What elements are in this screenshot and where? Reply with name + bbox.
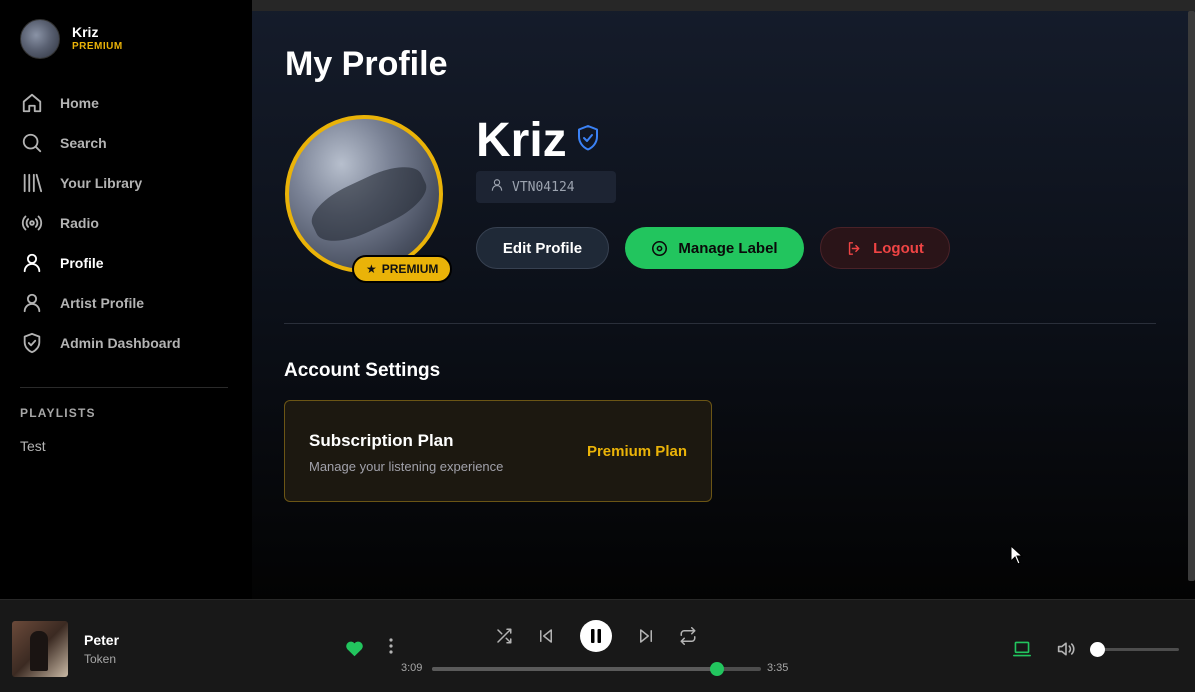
sidebar-item-radio[interactable]: Radio [20,203,230,243]
sidebar-nav: Home Search Your Library Radio Profile A… [20,83,230,363]
section-divider [284,323,1156,324]
avatar-image-detail [304,155,434,253]
user-icon [20,291,44,315]
logout-icon [848,241,860,255]
sidebar: Kriz PREMIUM Home Search Your Library Ra… [0,0,252,599]
logout-button[interactable]: Logout [820,227,950,269]
sidebar-item-admin-dashboard[interactable]: Admin Dashboard [20,323,230,363]
subscription-plan-value: Premium Plan [586,443,687,460]
volume-icon[interactable] [1056,640,1076,663]
sidebar-item-library[interactable]: Your Library [20,163,230,203]
user-icon [20,251,44,275]
player-bar: Peter Token 3:09 3:35 [0,599,1195,692]
heart-icon[interactable] [345,640,364,662]
progress-knob[interactable] [709,662,724,676]
logout-label: Logout [873,239,924,257]
sidebar-item-label: Search [60,135,107,151]
page-title: My Profile [285,45,448,83]
playlists-heading: PLAYLISTS [20,406,96,420]
user-icon [490,178,504,197]
next-icon[interactable] [637,627,655,650]
sidebar-user-meta: Kriz PREMIUM [72,24,123,54]
user-id-value: VTN04124 [512,179,575,195]
sidebar-user-name: Kriz [72,24,99,40]
volume-knob[interactable] [1090,642,1106,657]
sidebar-item-home[interactable]: Home [20,83,230,123]
edit-profile-label: Edit Profile [502,239,583,257]
sidebar-item-label: Home [60,95,99,111]
pause-icon [591,629,601,643]
previous-icon[interactable] [537,627,555,650]
shield-check-icon [576,124,600,152]
profile-name: Kriz [476,114,567,167]
home-icon [20,91,44,115]
sidebar-item-label: Admin Dashboard [60,335,181,351]
volume-slider[interactable] [1090,642,1179,657]
shield-icon [20,331,44,355]
time-current: 3:09 [401,662,423,674]
sidebar-item-label: Profile [60,255,104,271]
manage-label-text: Manage Label [678,239,778,257]
scrollbar[interactable] [1188,11,1195,581]
sidebar-divider [20,387,228,388]
profile-avatar[interactable] [285,115,443,273]
sidebar-user-card[interactable]: Kriz PREMIUM [20,19,123,59]
app-window: Kriz PREMIUM Home Search Your Library Ra… [0,0,1195,692]
time-total: 3:35 [767,662,789,674]
repeat-icon[interactable] [679,627,697,650]
album-cover-figure [30,631,48,671]
radio-icon [20,211,44,235]
sidebar-item-search[interactable]: Search [20,123,230,163]
sidebar-item-label: Artist Profile [60,295,145,311]
user-id-chip: VTN04124 [476,171,616,203]
sidebar-item-label: Radio [60,215,99,231]
premium-badge-label: PREMIUM [381,262,439,276]
search-icon [20,131,44,155]
pause-button[interactable] [580,620,612,652]
main-content: My Profile ★ PREMIUM Kriz VTN04124 Edit … [252,0,1195,599]
library-icon [20,171,44,195]
progress-bar[interactable] [432,662,761,676]
shuffle-icon[interactable] [495,627,513,650]
track-title[interactable]: Peter [84,632,119,648]
playlist-item[interactable]: Test [20,438,46,454]
subscription-plan-card[interactable]: Subscription Plan Manage your listening … [284,400,712,502]
sidebar-item-label: Your Library [60,175,143,191]
album-cover[interactable] [12,621,68,677]
more-options-icon[interactable] [385,637,397,660]
disc-icon [652,240,668,256]
star-icon: ★ [366,262,377,276]
top-bar [252,0,1195,11]
track-artist[interactable]: Token [84,652,116,666]
avatar [20,19,60,59]
manage-label-button[interactable]: Manage Label [625,227,804,269]
subscription-plan-title: Subscription Plan [309,431,454,450]
laptop-icon[interactable] [1012,640,1032,663]
edit-profile-button[interactable]: Edit Profile [476,227,609,269]
mouse-cursor-icon [1010,544,1024,570]
premium-badge: ★ PREMIUM [352,255,453,283]
account-settings-title: Account Settings [284,360,441,381]
progress-fill [432,667,717,671]
sidebar-item-artist-profile[interactable]: Artist Profile [20,283,230,323]
sidebar-item-profile[interactable]: Profile [20,243,230,283]
sidebar-user-tier: PREMIUM [72,41,123,52]
subscription-plan-subtitle: Manage your listening experience [309,459,504,474]
